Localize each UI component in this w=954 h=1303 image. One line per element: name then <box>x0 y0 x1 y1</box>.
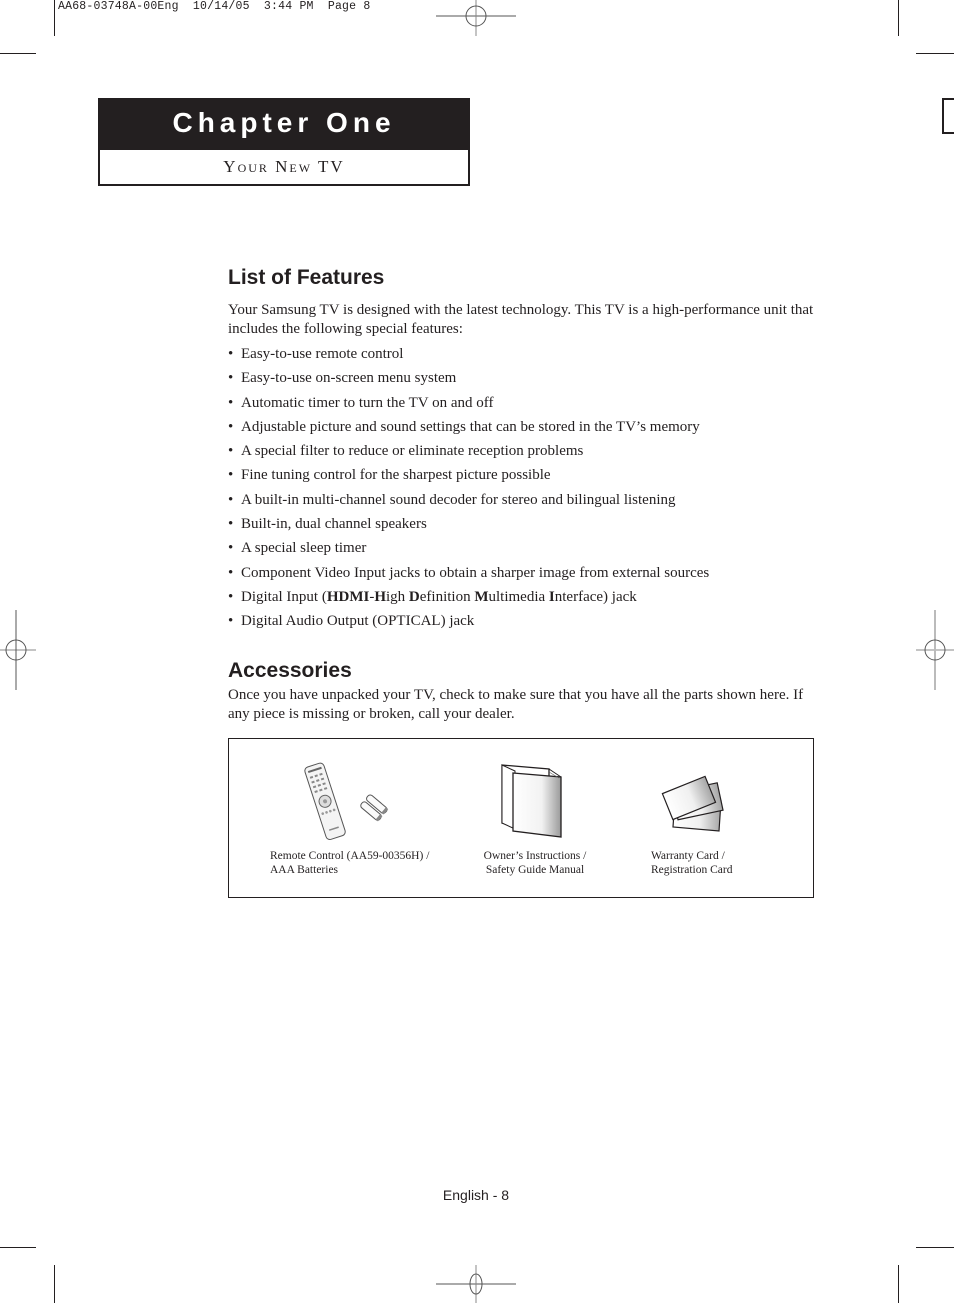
list-item-text: Digital Audio Output (OPTICAL) jack <box>241 613 475 630</box>
list-item: • Automatic timer to turn the TV on and o… <box>228 393 709 417</box>
list-item-text: A special filter to reduce or eliminate … <box>241 443 584 460</box>
crop-mark <box>916 1247 954 1248</box>
bullet: • <box>228 613 234 630</box>
accessory-caption: Owner’s Instructions / Safety Guide Manu… <box>465 849 605 877</box>
list-item-hdmi: • Digital Input (HDMI-High Definition Mul… <box>228 587 709 611</box>
list-item-text: Easy-to-use on-screen menu system <box>241 370 457 387</box>
aaa-batteries-icon <box>360 794 389 822</box>
crop-mark <box>898 0 899 36</box>
caption-line: Registration Card <box>651 864 733 876</box>
registration-mark-icon <box>436 0 516 36</box>
list-item-text: Fine tuning control for the sharpest pic… <box>241 467 551 484</box>
list-item: • Built-in, dual channel speakers <box>228 514 709 538</box>
bold-run: D <box>408 588 420 605</box>
crop-mark <box>54 0 55 36</box>
text-run: Digital Input ( <box>241 588 327 605</box>
caption-line: Remote Control (AA59-00356H) / <box>270 850 430 862</box>
list-item: • Component Video Input jacks to obtain a… <box>228 563 709 587</box>
registration-mark-icon <box>0 610 36 690</box>
list-item: • Digital Audio Output (OPTICAL) jack <box>228 611 709 635</box>
accessories-intro: Once you have unpacked your TV, check to… <box>228 687 804 722</box>
features-heading: List of Features <box>228 266 385 289</box>
bullet: • <box>228 346 234 362</box>
accessory-caption: Remote Control (AA59-00356H) / AAA Batte… <box>270 849 450 877</box>
list-item: • A special sleep timer <box>228 538 709 562</box>
caption-line: Warranty Card / <box>651 850 725 862</box>
accessory-caption: Warranty Card / Registration Card <box>651 849 791 877</box>
bold-run: HDMI <box>326 588 370 605</box>
bold-run: M <box>474 588 489 605</box>
text-run: nterface) jack <box>554 588 637 605</box>
caption-line: Safety Guide Manual <box>485 864 585 876</box>
text-run: ultimedia <box>488 588 549 605</box>
bullet: • <box>228 540 234 557</box>
chapter-header: Chapter One Your New TV <box>98 98 470 186</box>
list-item: • Fine tuning control for the sharpest pi… <box>228 465 709 489</box>
print-slug: AA68-03748A-00Eng 10/14/05 3:44 PM Page … <box>58 0 371 13</box>
bullet: • <box>228 394 234 411</box>
chapter-subtitle: Your New TV <box>223 157 345 176</box>
list-item: • A special filter to reduce or eliminate… <box>228 441 709 465</box>
page-footer: English - 8 <box>0 1187 954 1203</box>
warranty-card-icon <box>661 775 724 832</box>
list-item: • Easy-to-use remote control <box>228 344 709 368</box>
bullet: • <box>228 418 234 435</box>
registration-mark-icon <box>916 610 954 690</box>
text-run: igh <box>386 588 409 605</box>
list-item-text: Automatic timer to turn the TV on and of… <box>241 394 494 411</box>
bullet: • <box>228 467 234 484</box>
accessories-panel: Remote Control (AA59-00356H) / AAA Batte… <box>228 738 814 898</box>
features-list: • Easy-to-use remote control • Easy-to-use… <box>228 344 709 636</box>
list-item-text: Built-in, dual channel speakers <box>241 516 427 533</box>
features-intro: Your Samsung TV is designed with the lat… <box>228 302 814 337</box>
crop-mark <box>898 1265 899 1303</box>
bullet: • <box>228 370 234 387</box>
list-item-text: A special sleep timer <box>241 540 367 557</box>
caption-line: Owner’s Instructions / <box>483 850 587 862</box>
list-item-text: Component Video Input jacks to obtain a … <box>241 564 710 581</box>
list-item: • Easy-to-use on-screen menu system <box>228 368 709 392</box>
crop-mark <box>0 1247 36 1248</box>
list-item-text: Adjustable picture and sound settings th… <box>241 418 700 435</box>
crop-mark <box>0 53 36 54</box>
crop-mark <box>54 1265 55 1303</box>
list-item: • A built-in multi-channel sound decoder … <box>228 490 709 514</box>
section-tab-marker <box>942 98 954 134</box>
caption-line: AAA Batteries <box>270 864 339 876</box>
bullet: • <box>228 516 234 533</box>
list-item-text: Easy-to-use remote control <box>241 346 404 362</box>
registration-mark-icon <box>436 1265 516 1303</box>
crop-mark <box>916 53 954 54</box>
bullet: • <box>228 443 234 460</box>
bullet: • <box>228 491 234 508</box>
list-item: • Adjustable picture and sound settings t… <box>228 417 709 441</box>
bullet: • <box>228 564 234 581</box>
chapter-title: Chapter One <box>100 100 468 150</box>
text-run: efinition <box>419 588 475 605</box>
manual-booklet-icon <box>501 764 562 838</box>
page-number: English - 8 <box>442 1187 510 1203</box>
bold-run: H <box>374 588 386 605</box>
accessories-heading: Accessories <box>228 659 352 682</box>
bullet: • <box>228 588 234 605</box>
list-item-text: A built-in multi-channel sound decoder f… <box>241 491 676 508</box>
